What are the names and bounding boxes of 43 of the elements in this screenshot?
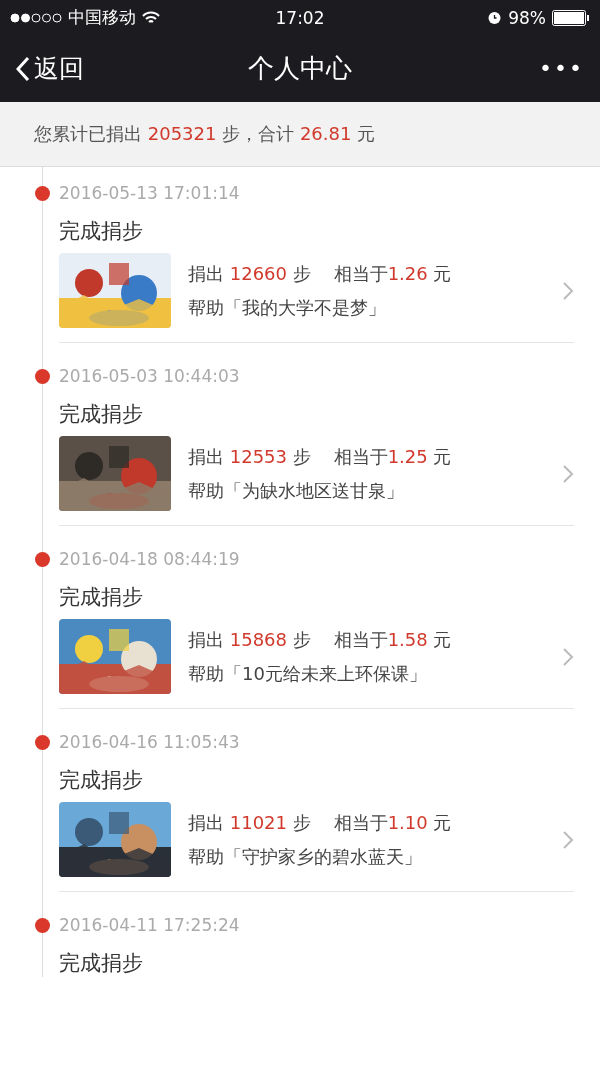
timeline-dot bbox=[35, 186, 50, 201]
chevron-icon bbox=[562, 463, 574, 484]
entry-time: 2016-05-03 10:44:03 bbox=[59, 365, 241, 388]
entry-title: 完成捐步 bbox=[59, 401, 144, 428]
timeline-dot bbox=[35, 918, 50, 933]
entry-title: 完成捐步 bbox=[59, 218, 144, 245]
donation-card[interactable]: 捐出 12553 步 相当于1.25 元 帮助「为缺水地区送甘泉」 bbox=[59, 436, 574, 526]
entry-time: 2016-04-11 17:25:24 bbox=[59, 914, 241, 937]
timeline-dot bbox=[35, 735, 50, 750]
donation-text: 捐出 15868 步 相当于1.58 元 bbox=[188, 627, 453, 652]
donation-text: 捐出 12553 步 相当于1.25 元 bbox=[188, 444, 453, 469]
entry-time: 2016-04-16 11:05:43 bbox=[59, 731, 241, 754]
timeline-dot bbox=[35, 369, 50, 384]
battery-icon bbox=[552, 9, 590, 26]
more-button[interactable]: ••• bbox=[539, 56, 584, 81]
entry-time: 2016-04-18 08:44:19 bbox=[59, 548, 241, 571]
project-name: 帮助「为缺水地区送甘泉」 bbox=[188, 478, 405, 503]
project-name: 帮助「我的大学不是梦」 bbox=[188, 295, 387, 320]
summary-text: 您累计已捐出 205321 步，合计 26.81 元 bbox=[34, 122, 376, 146]
page-title: 个人中心 bbox=[248, 52, 352, 85]
alarm-icon bbox=[487, 10, 503, 25]
donation-text: 捐出 12660 步 相当于1.26 元 bbox=[188, 261, 453, 286]
wifi-icon bbox=[142, 10, 160, 25]
donation-card[interactable]: 捐出 15868 步 相当于1.58 元 帮助「10元给未来上环保课」 bbox=[59, 619, 574, 709]
entry-time: 2016-05-13 17:01:14 bbox=[59, 182, 241, 205]
entry-title: 完成捐步 bbox=[59, 767, 144, 794]
chevron-icon bbox=[562, 646, 574, 667]
project-name: 帮助「10元给未来上环保课」 bbox=[188, 661, 428, 686]
donation-card[interactable]: 捐出 11021 步 相当于1.10 元 帮助「守护家乡的碧水蓝天」 bbox=[59, 802, 574, 892]
entry-title: 完成捐步 bbox=[59, 950, 144, 977]
chevron-icon bbox=[562, 829, 574, 850]
clock-time: 17:02 bbox=[275, 7, 325, 28]
project-name: 帮助「守护家乡的碧水蓝天」 bbox=[188, 844, 423, 869]
timeline-dot bbox=[35, 552, 50, 567]
chevron-icon bbox=[562, 280, 574, 301]
donation-card[interactable]: 捐出 12660 步 相当于1.26 元 帮助「我的大学不是梦」 bbox=[59, 253, 574, 343]
battery-percent: 98% bbox=[508, 7, 546, 28]
carrier-name: 中国移动 bbox=[68, 6, 136, 29]
entry-title: 完成捐步 bbox=[59, 584, 144, 611]
back-button[interactable]: 返回 bbox=[16, 52, 84, 85]
chevron-left-icon bbox=[16, 55, 30, 82]
donation-text: 捐出 11021 步 相当于1.10 元 bbox=[188, 810, 453, 835]
signal-icon bbox=[10, 12, 62, 23]
